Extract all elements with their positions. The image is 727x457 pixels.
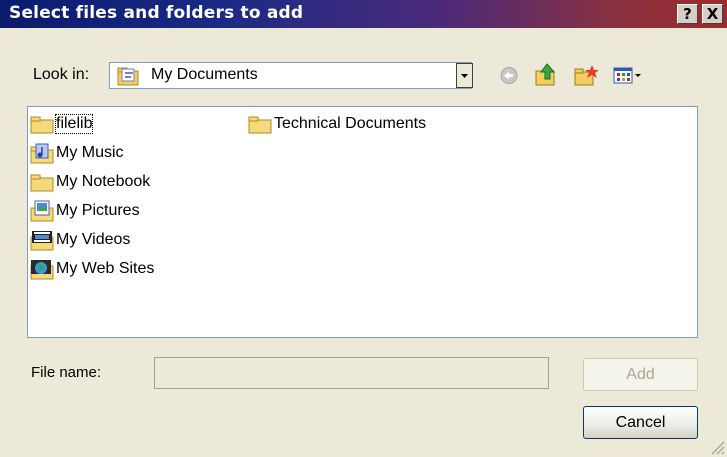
list-item[interactable]: My Notebook xyxy=(30,171,150,193)
list-item[interactable]: My Web Sites xyxy=(30,258,154,280)
new-folder-icon[interactable] xyxy=(572,62,600,89)
folder-icon xyxy=(30,174,54,192)
look-in-combo[interactable]: My Documents xyxy=(109,62,472,89)
file-name-technical-documents: Technical Documents xyxy=(274,115,427,132)
chevron-down-icon xyxy=(461,74,468,78)
cancel-button[interactable]: Cancel xyxy=(583,406,698,439)
back-icon[interactable] xyxy=(496,62,522,89)
file-name-my-notebook: My Notebook xyxy=(56,173,151,190)
title-bar[interactable]: Select files and folders to add ? X xyxy=(0,0,727,28)
look-in-label: Look in: xyxy=(33,66,89,84)
pictures-folder-icon xyxy=(30,200,54,222)
file-name-my-pictures: My Pictures xyxy=(56,202,140,219)
resize-grip-icon[interactable] xyxy=(709,439,725,455)
list-item[interactable]: My Pictures xyxy=(30,200,140,222)
videos-folder-icon xyxy=(30,231,54,251)
list-item[interactable]: filelib xyxy=(30,113,94,135)
look-in-label-text: Look in: xyxy=(33,66,90,83)
up-folder-icon[interactable] xyxy=(533,62,561,89)
look-in-dropdown-button[interactable] xyxy=(456,63,473,88)
my-documents-icon xyxy=(117,67,139,86)
folder-icon xyxy=(30,116,54,134)
file-name-label: File name: xyxy=(31,364,102,381)
file-name-filelib: filelib xyxy=(54,114,94,134)
file-name-input[interactable] xyxy=(154,357,549,389)
file-name-my-videos: My Videos xyxy=(56,231,131,248)
list-item[interactable]: Technical Documents xyxy=(248,113,426,135)
file-name-my-web-sites: My Web Sites xyxy=(56,260,155,277)
file-name-my-music: My Music xyxy=(56,144,124,161)
folder-icon xyxy=(248,116,272,134)
window-title: Select files and folders to add xyxy=(9,3,304,23)
list-item[interactable]: My Videos xyxy=(30,229,130,251)
file-list[interactable]: filelib My Music My Notebook My Pictures… xyxy=(27,106,698,338)
web-folder-icon xyxy=(30,260,54,280)
look-in-value: My Documents xyxy=(151,66,258,83)
view-menu-icon[interactable] xyxy=(611,62,643,89)
help-button[interactable]: ? xyxy=(677,4,698,24)
list-item[interactable]: My Music xyxy=(30,142,124,164)
close-button[interactable]: X xyxy=(702,4,723,24)
add-button[interactable]: Add xyxy=(583,358,698,391)
music-folder-icon xyxy=(30,143,54,164)
